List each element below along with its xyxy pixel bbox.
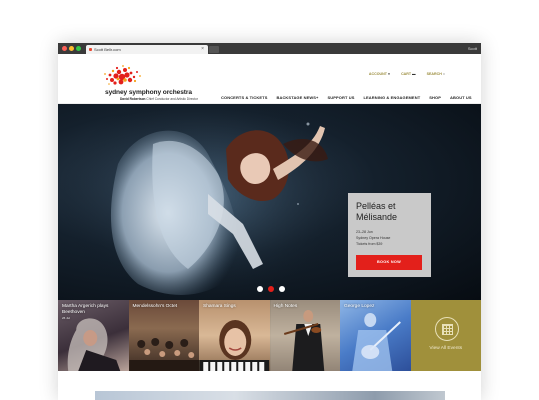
conductor-role: Chief Conductor and Artistic Director (146, 97, 198, 101)
utility-nav: ACCOUNT ● CART ▬ SEARCH ○ (369, 72, 445, 76)
nav-concerts-tickets[interactable]: CONCERTS & TICKETS (221, 95, 267, 100)
browser-user-label[interactable]: Scott (468, 43, 477, 54)
hero-carousel[interactable]: Pelléas et Mélisande 23–28 Jun Sydney Op… (58, 104, 481, 300)
account-label: ACCOUNT (368, 72, 387, 76)
browser-tab[interactable]: Scott Bellr.com × (86, 45, 208, 54)
carousel-dot-2[interactable] (268, 286, 274, 292)
account-link[interactable]: ACCOUNT ● (369, 72, 390, 76)
next-section-image (95, 391, 445, 400)
browser-window: Scott Bellr.com × Scott sydney symphony … (58, 43, 481, 400)
event-tile-label: Martha Argerich plays Beethoven 26 Jul (62, 304, 126, 320)
carousel-dot-3[interactable] (279, 286, 285, 292)
event-tile-shamara[interactable]: Shamara Sings (199, 300, 270, 371)
event-tile-mendelssohn[interactable]: Mendelssohn's Octet (128, 300, 199, 371)
event-title: High Notes (273, 304, 298, 309)
search-label: SEARCH (426, 72, 442, 76)
event-date: 26 Jul (62, 316, 71, 320)
maximize-window-icon[interactable] (76, 46, 81, 51)
view-all-events-label: View All Events (429, 346, 463, 351)
featured-concert-card: Pelléas et Mélisande 23–28 Jun Sydney Op… (348, 193, 431, 277)
cart-icon: ▬ (412, 72, 416, 76)
close-window-icon[interactable] (62, 46, 67, 51)
cart-label: CART (401, 72, 412, 76)
event-title: Mendelssohn's Octet (132, 304, 178, 309)
nav-learning-engagement[interactable]: LEARNING & ENGAGEMENT (363, 95, 420, 100)
nav-backstage-news[interactable]: BACKSTAGE NEWS+ (276, 95, 318, 100)
event-tile-george-lopez[interactable]: George Lopez (340, 300, 411, 371)
book-now-button[interactable]: BOOK NOW (356, 255, 422, 270)
conductor-name: David Robertson (120, 97, 146, 101)
event-tile-image (352, 313, 401, 371)
event-tile-argerich[interactable]: Martha Argerich plays Beethoven 26 Jul (58, 300, 129, 371)
nav-shop[interactable]: SHOP (429, 95, 441, 100)
logo-title[interactable]: sydney symphony orchestra (105, 89, 192, 96)
nav-support-us[interactable]: SUPPORT US (327, 95, 354, 100)
favicon-icon (89, 48, 92, 51)
minimize-window-icon[interactable] (69, 46, 74, 51)
logo-subtitle: David Robertson Chief Conductor and Arti… (120, 97, 198, 101)
new-tab-button[interactable] (209, 46, 219, 53)
browser-titlebar: Scott Bellr.com × Scott (58, 43, 481, 54)
search-link[interactable]: SEARCH ○ (427, 72, 445, 76)
search-icon: ○ (442, 72, 445, 76)
event-tile-label: High Notes (274, 304, 338, 310)
page: Scott Bellr.com × Scott sydney symphony … (0, 0, 539, 400)
event-tile-high-notes[interactable]: High Notes (269, 300, 340, 371)
nav-about-us[interactable]: ABOUT US (450, 95, 472, 100)
event-tile-image (128, 338, 199, 371)
event-title: George Lopez (344, 304, 375, 309)
user-icon: ● (387, 72, 391, 76)
event-tiles: Martha Argerich plays Beethoven 26 Jul M… (58, 300, 481, 371)
event-title: Shamara Sings (203, 304, 236, 309)
tab-title: Scott Bellr.com (94, 47, 121, 52)
site-header: sydney symphony orchestra David Robertso… (58, 54, 481, 104)
concert-price: Tickets from $39 (356, 242, 383, 246)
event-tile-label: Mendelssohn's Octet (133, 304, 197, 310)
event-tile-label: George Lopez (344, 304, 408, 310)
event-tile-label: Shamara Sings (203, 304, 267, 310)
event-tile-image (269, 300, 340, 371)
event-title: Martha Argerich plays Beethoven (62, 304, 109, 315)
concert-title[interactable]: Pelléas et Mélisande (356, 201, 423, 223)
tab-close-icon[interactable]: × (201, 45, 204, 54)
carousel-dot-1[interactable] (257, 286, 263, 292)
event-tile-image (199, 320, 270, 371)
main-nav: CONCERTS & TICKETS BACKSTAGE NEWS+ SUPPO… (221, 95, 472, 100)
view-all-events-tile[interactable]: View All Events (410, 300, 481, 371)
cart-link[interactable]: CART ▬ (401, 72, 416, 76)
calendar-icon (434, 317, 459, 341)
carousel-dots (257, 286, 285, 292)
